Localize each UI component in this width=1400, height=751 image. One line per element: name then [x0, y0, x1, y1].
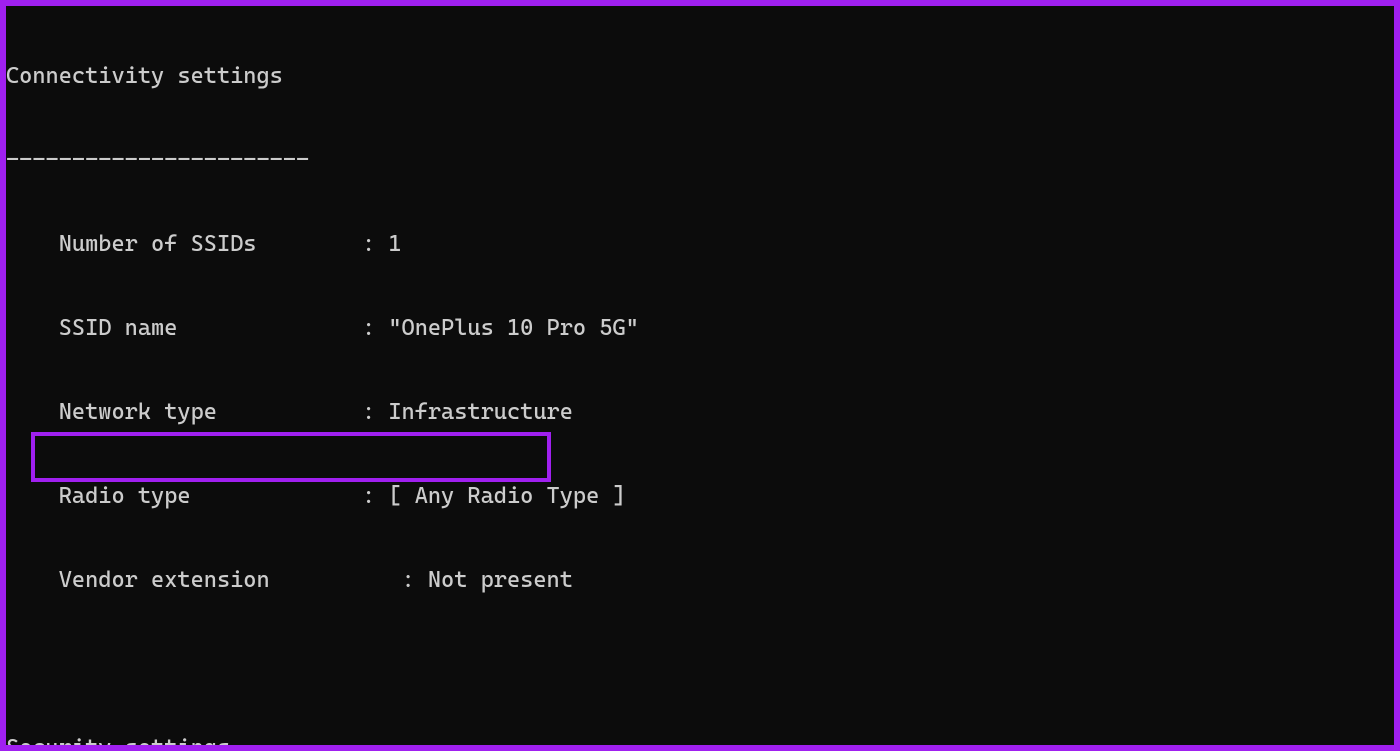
row-ssid-name: SSID name : "OnePlus 10 Pro 5G" [6, 314, 1394, 342]
section-title-security: Security settings [6, 734, 1394, 745]
row-network-type: Network type : Infrastructure [6, 398, 1394, 426]
highlight-rectangle [31, 432, 551, 482]
row-vendor-extension: Vendor extension : Not present [6, 566, 1394, 594]
section-title-connectivity: Connectivity settings [6, 62, 1394, 90]
terminal-window[interactable]: Connectivity settings ------------------… [6, 6, 1394, 745]
row-number-of-ssids: Number of SSIDs : 1 [6, 230, 1394, 258]
section-rule: ----------------------- [6, 146, 1394, 174]
blank-line [6, 650, 1394, 678]
row-radio-type: Radio type : [ Any Radio Type ] [6, 482, 1394, 510]
